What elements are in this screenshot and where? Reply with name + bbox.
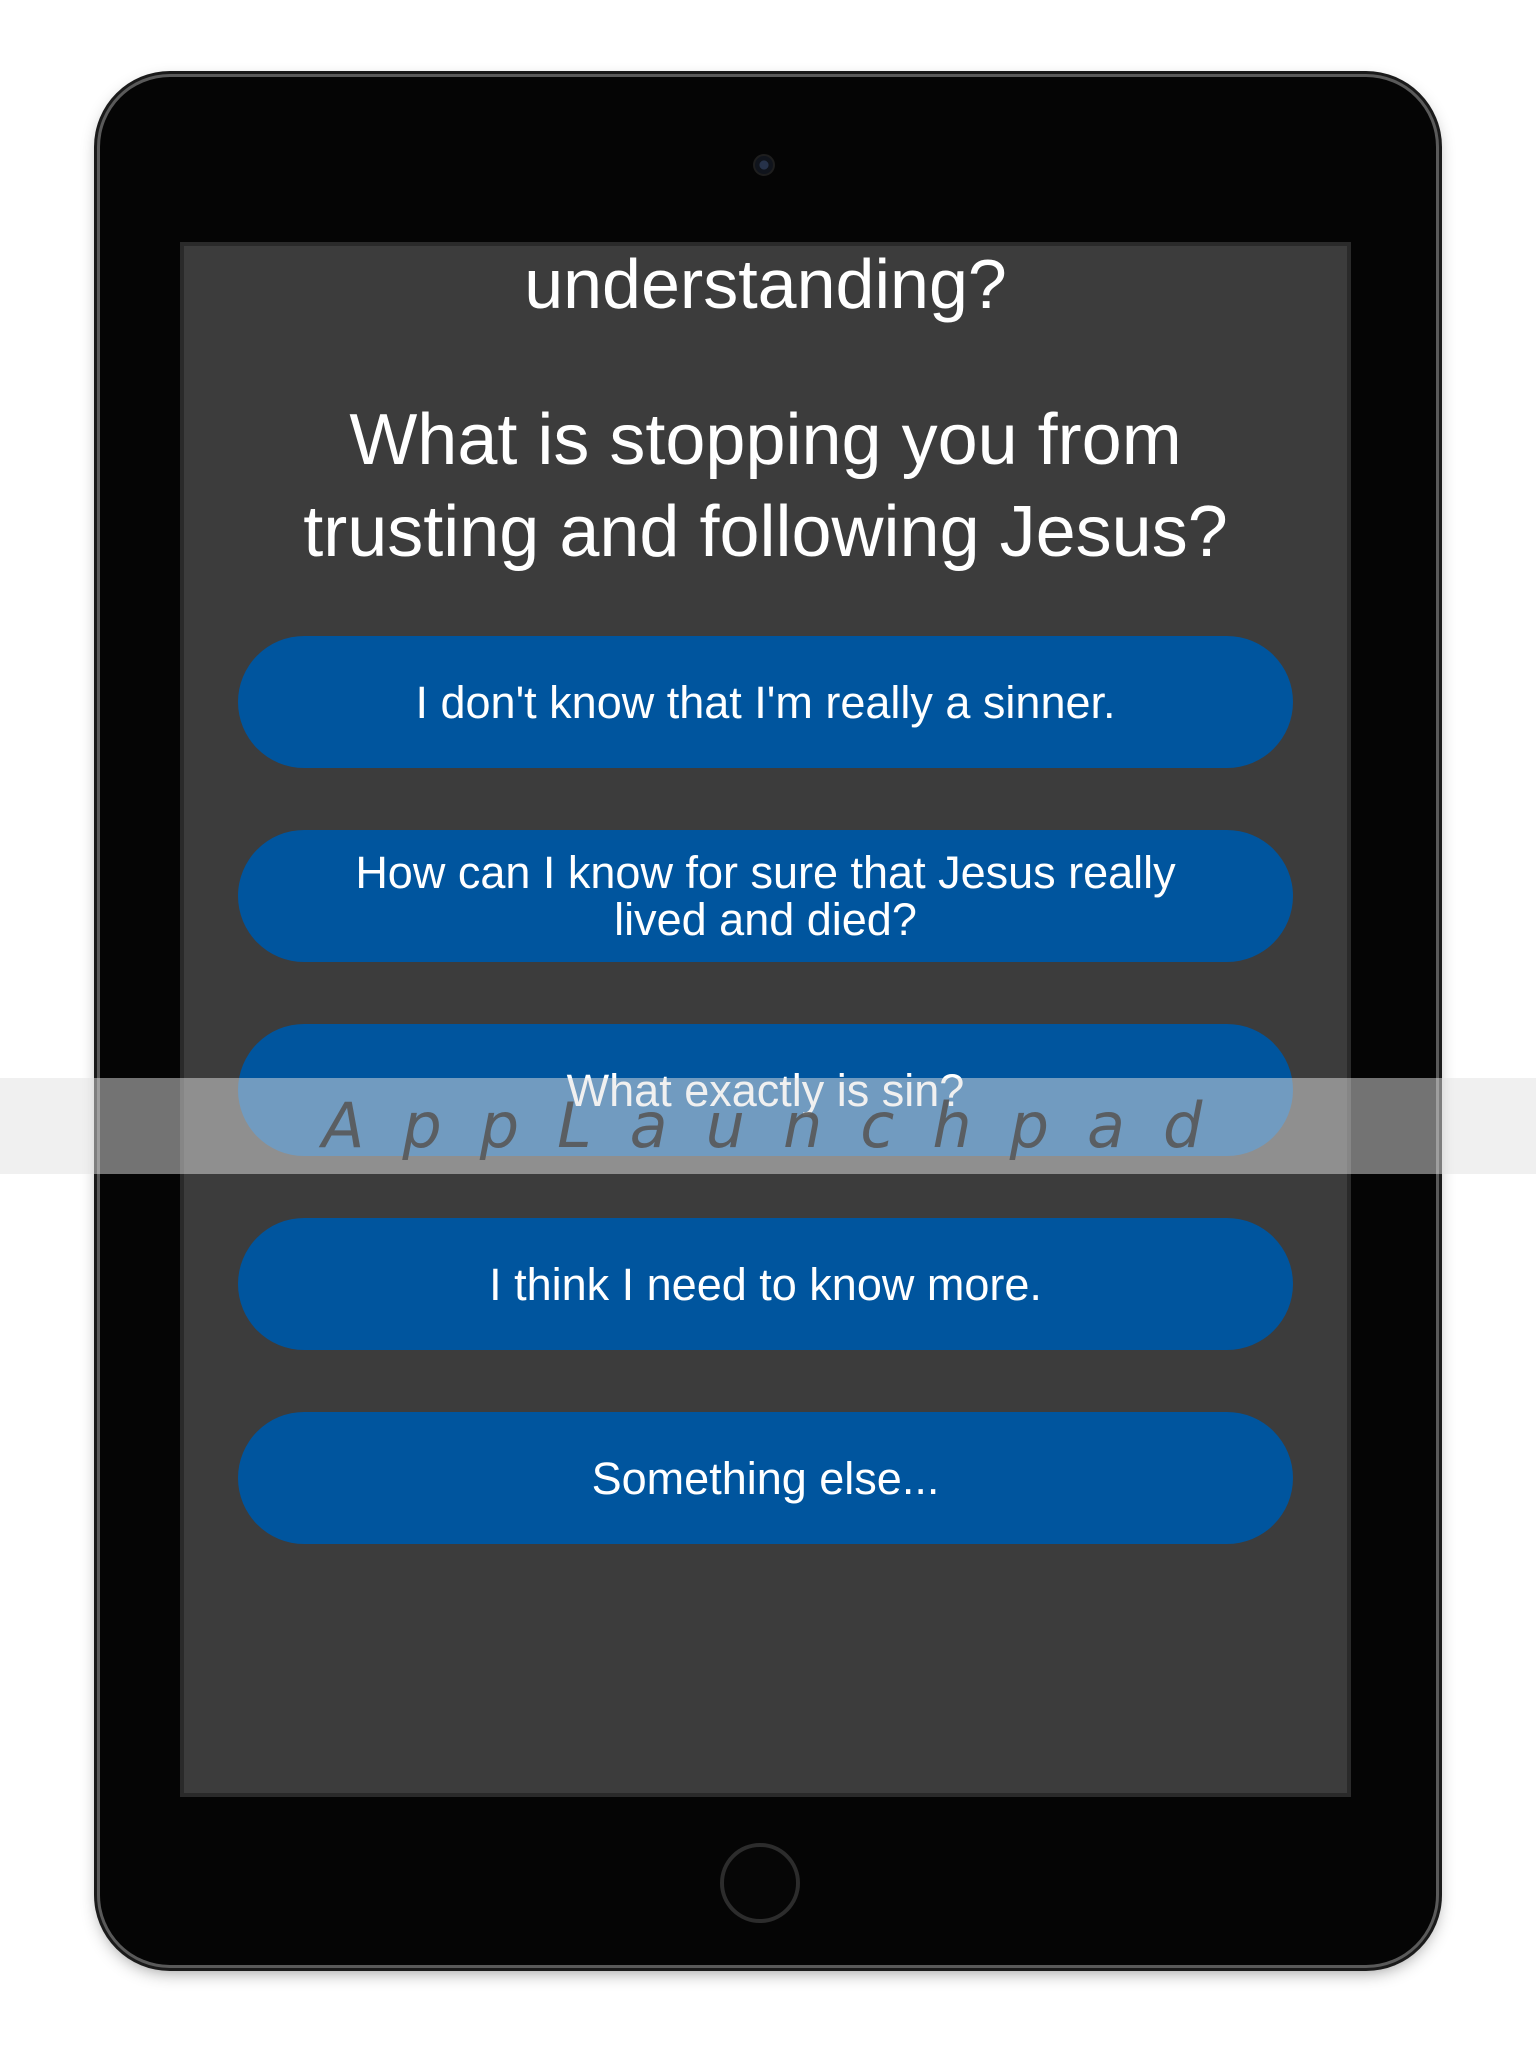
home-button[interactable] bbox=[720, 1843, 800, 1923]
answer-button-need-to-know-more[interactable]: I think I need to know more. bbox=[238, 1218, 1293, 1350]
previous-question-text: understanding? bbox=[524, 245, 1007, 323]
tablet-device: understanding? What is stopping you from… bbox=[100, 77, 1436, 1965]
answer-button-jesus-lived-and-died[interactable]: How can I know for sure that Jesus reall… bbox=[238, 830, 1293, 962]
app-screen: understanding? What is stopping you from… bbox=[180, 242, 1351, 1797]
camera-icon bbox=[753, 154, 775, 176]
answer-button-something-else[interactable]: Something else... bbox=[238, 1412, 1293, 1544]
answer-button-what-is-sin[interactable]: What exactly is sin? bbox=[238, 1024, 1293, 1156]
answer-button-not-a-sinner[interactable]: I don't know that I'm really a sinner. bbox=[238, 636, 1293, 768]
answer-list: I don't know that I'm really a sinner. H… bbox=[238, 636, 1293, 1606]
question-title: What is stopping you from trusting and f… bbox=[303, 400, 1228, 572]
